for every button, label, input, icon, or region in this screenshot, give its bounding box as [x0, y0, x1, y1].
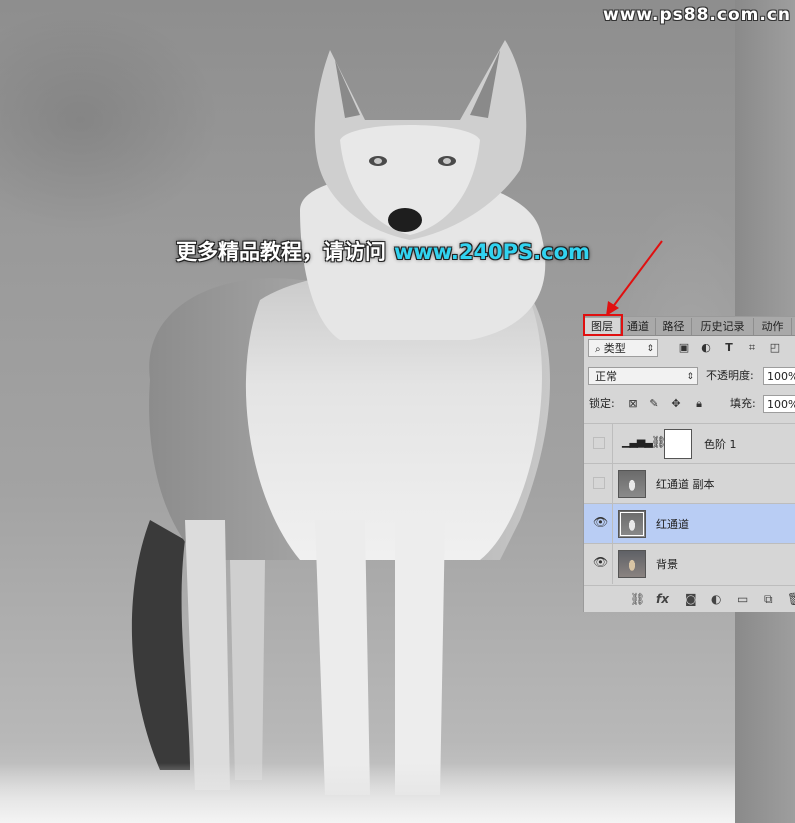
layer-thumbnail: [618, 550, 646, 578]
chevron-updown-icon: ⇕: [686, 372, 694, 382]
highlight-box: [583, 314, 623, 336]
layer-name: 背景: [656, 558, 678, 571]
site-watermark: www.ps88.com.cn: [603, 5, 791, 25]
fx-icon[interactable]: fx: [656, 592, 669, 606]
levels-histogram-icon: ▁▃▅▃: [622, 435, 653, 448]
opacity-label: 不透明度:: [706, 369, 754, 382]
snow-ground: [0, 763, 735, 823]
smart-object-filter-icon[interactable]: ◰: [768, 341, 782, 355]
mask-icon[interactable]: ◙: [685, 592, 697, 606]
lock-position-move-icon[interactable]: ✥: [669, 397, 683, 411]
divider: [612, 504, 613, 544]
layer-thumbnail: [618, 510, 646, 538]
search-icon: ⌕: [595, 344, 604, 355]
layer-name: 红通道 副本: [656, 478, 715, 491]
trash-icon[interactable]: 🗑︎: [787, 592, 795, 606]
layer-mask-thumbnail[interactable]: [664, 429, 692, 459]
tab-paths[interactable]: 路径: [656, 318, 692, 335]
tab-actions[interactable]: 动作: [754, 318, 792, 335]
adjustment-filter-icon[interactable]: ◐: [699, 341, 713, 355]
visibility-toggle[interactable]: [593, 477, 605, 489]
divider: [612, 544, 613, 584]
lock-paint-brush-icon[interactable]: ✎: [647, 397, 661, 411]
layer-name: 红通道: [656, 518, 689, 531]
lock-row: 锁定: ⊠ ✎ ✥ 🔒︎ 填充: 100%: [584, 395, 795, 417]
promo-url: www.240PS.com: [394, 240, 590, 264]
new-layer-icon[interactable]: ⧉: [764, 592, 773, 607]
lock-all-icon[interactable]: 🔒︎: [692, 397, 706, 411]
layer-thumbnail: [618, 470, 646, 498]
filter-kind-dropdown[interactable]: ⌕ 类型 ⇕: [588, 339, 658, 357]
link-icon[interactable]: ⛓: [630, 592, 645, 606]
type-filter-icon[interactable]: T: [722, 341, 736, 355]
folder-icon[interactable]: ▭: [737, 592, 748, 606]
divider: [612, 464, 613, 504]
blend-mode-value: 正常: [595, 370, 617, 383]
blend-row: 正常 ⇕ 不透明度: 100%: [584, 367, 795, 389]
layer-row-levels[interactable]: ▁▃▅▃ ⛓ 色阶 1: [584, 423, 795, 464]
promo-text: 更多精品教程，请访问: [176, 240, 386, 264]
promo-banner: 更多精品教程，请访问 www.240PS.com: [176, 236, 590, 266]
visibility-toggle[interactable]: [593, 437, 605, 449]
lock-transparent-icon[interactable]: ⊠: [626, 397, 640, 411]
panel-footer: ⛓ fx ◙ ◐ ▭ ⧉ 🗑︎: [584, 585, 795, 614]
annotation-arrow: [606, 240, 663, 316]
divider: [612, 424, 613, 464]
fill-label: 填充:: [730, 397, 756, 410]
opacity-field[interactable]: 100%: [763, 367, 795, 385]
filter-kind-label: 类型: [603, 342, 626, 355]
filter-row: ⌕ 类型 ⇕ ▣ ◐ T ⌗ ◰: [584, 339, 795, 361]
lock-label: 锁定:: [589, 397, 615, 410]
pixel-filter-icon[interactable]: ▣: [677, 341, 691, 355]
tab-channels[interactable]: 通道: [621, 318, 656, 335]
blend-mode-dropdown[interactable]: 正常 ⇕: [588, 367, 698, 385]
tab-history[interactable]: 历史记录: [692, 318, 754, 335]
shape-filter-icon[interactable]: ⌗: [745, 341, 759, 355]
eye-icon[interactable]: 👁︎: [593, 556, 608, 569]
layer-row-red-channel[interactable]: 👁︎ 红通道: [584, 503, 795, 544]
adjustment-icon[interactable]: ◐: [711, 592, 721, 606]
layers-panel: 图层 通道 路径 历史记录 动作 ⌕ 类型 ⇕ ▣ ◐ T ⌗ ◰ 正常 ⇕ 不…: [583, 316, 795, 612]
eye-icon[interactable]: 👁︎: [593, 516, 608, 529]
layer-name: 色阶 1: [704, 438, 737, 451]
layer-row-background[interactable]: 👁︎ 背景: [584, 543, 795, 584]
fill-field[interactable]: 100%: [763, 395, 795, 413]
chevron-updown-icon: ⇕: [646, 344, 654, 354]
layer-row-red-channel-copy[interactable]: 红通道 副本: [584, 463, 795, 504]
